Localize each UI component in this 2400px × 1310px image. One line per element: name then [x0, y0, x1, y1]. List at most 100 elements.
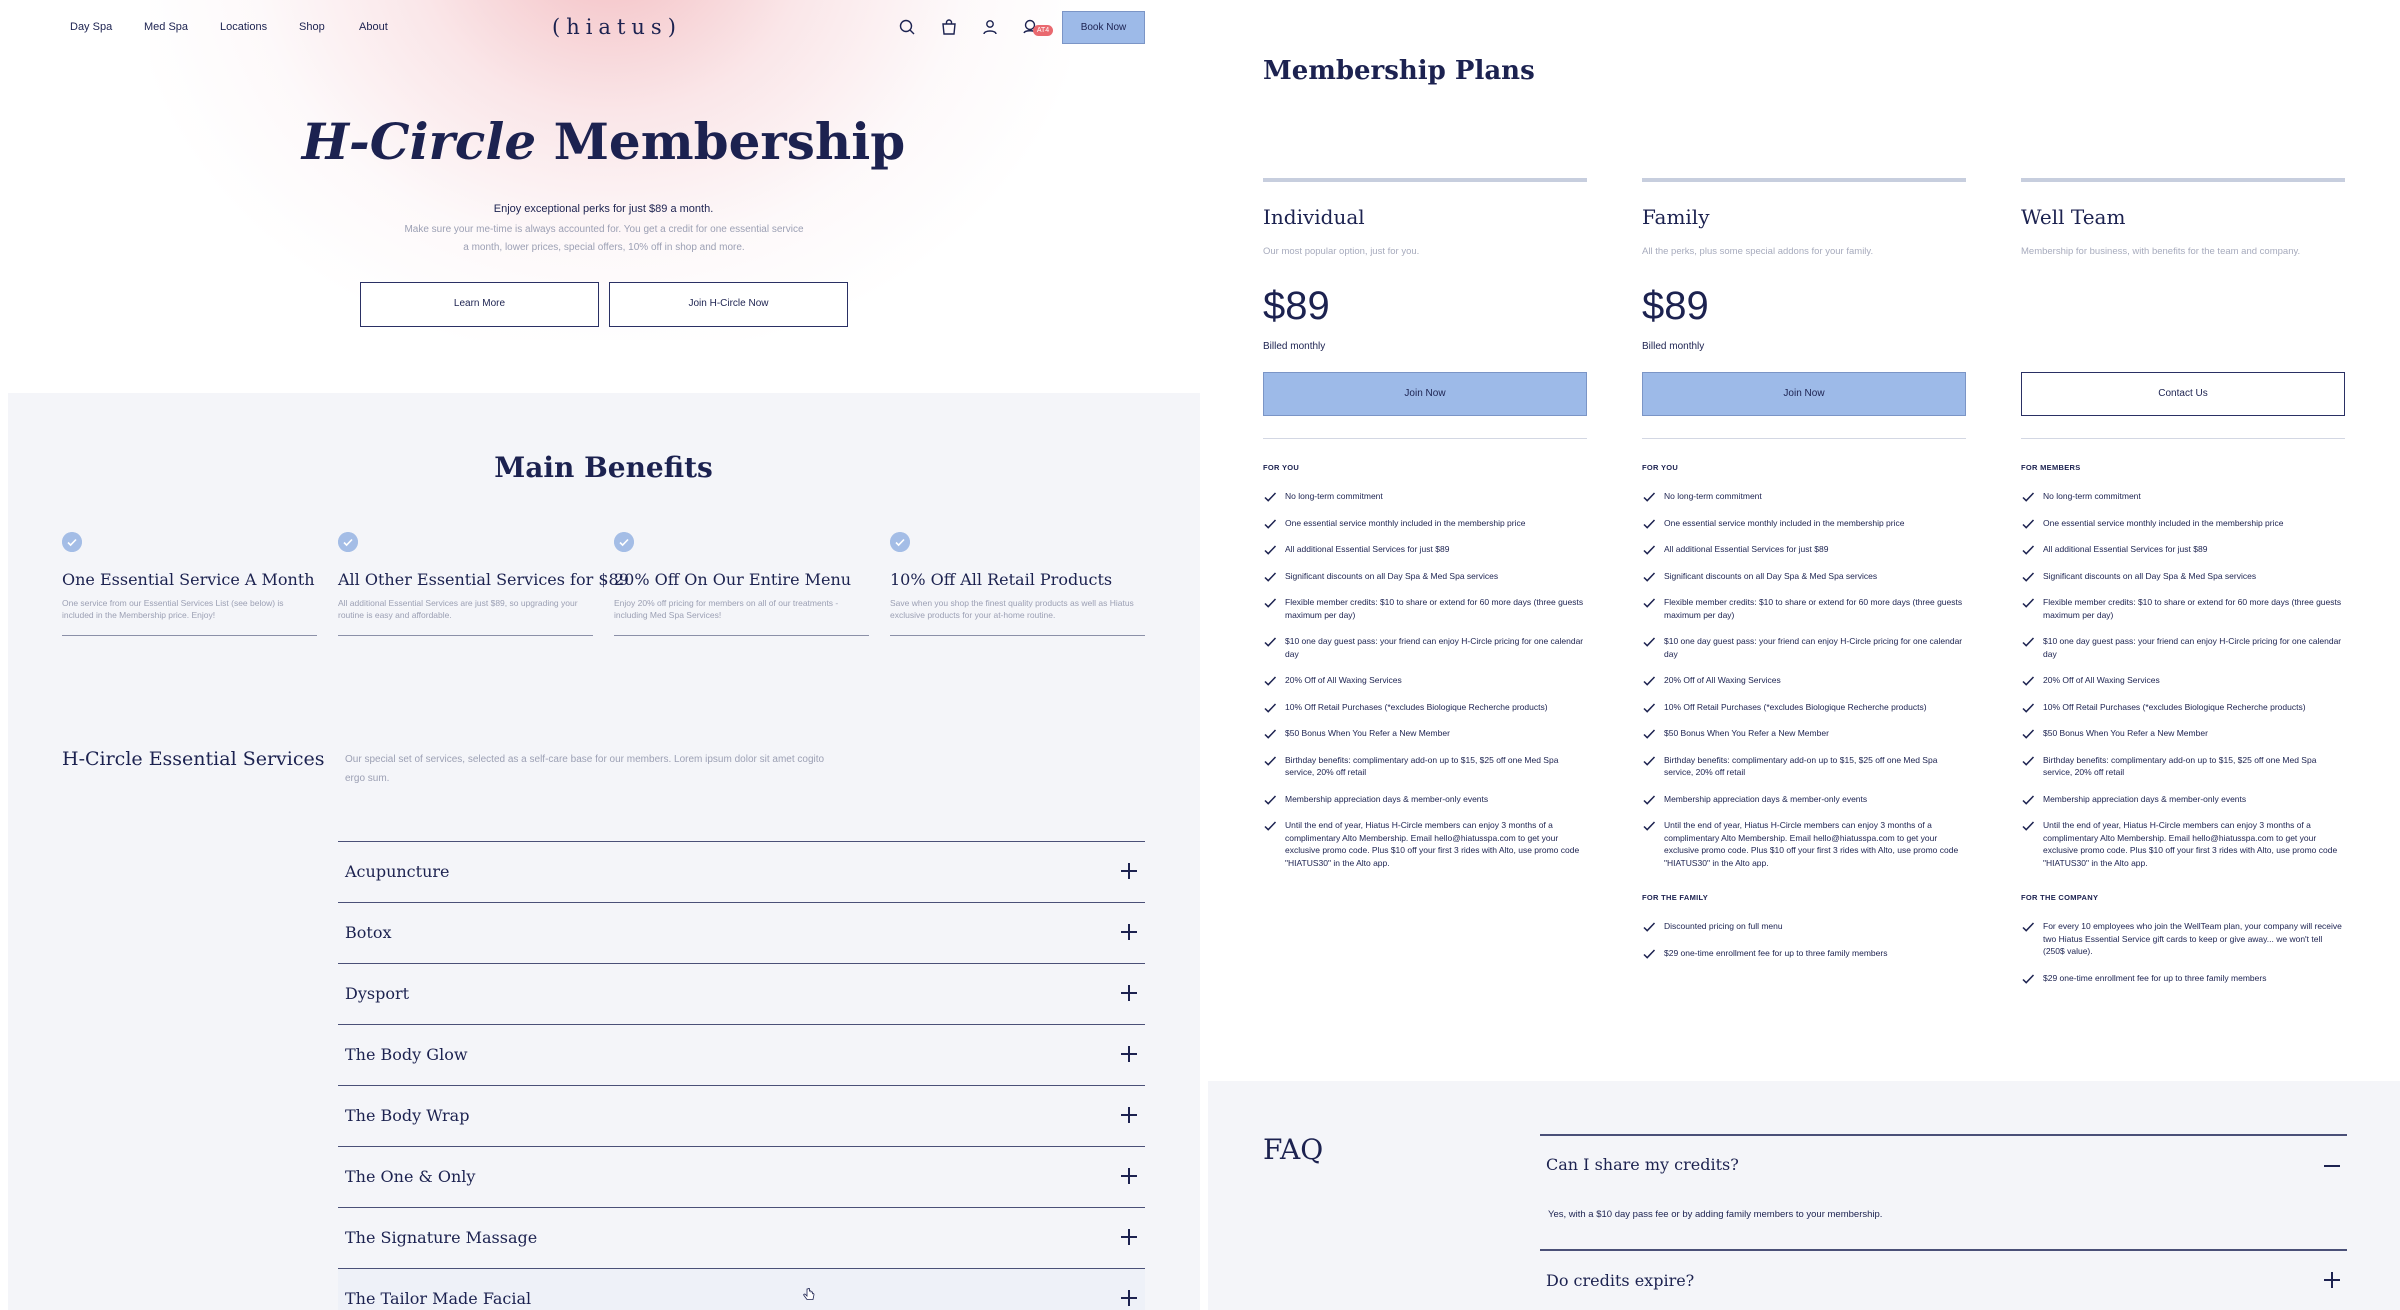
service-accordion-item[interactable]: The Signature Massage [338, 1207, 1145, 1268]
plan-divider [1642, 438, 1966, 439]
account-icon[interactable] [981, 18, 999, 36]
plan-price: $89 [1263, 284, 1330, 328]
learn-more-button[interactable]: Learn More [360, 282, 599, 327]
checkmark-icon [1643, 755, 1656, 766]
benefit-title: All Other Essential Services for $89 [338, 570, 629, 589]
plan-top-rule [2021, 178, 2345, 182]
feature-text: $10 one day guest pass: your friend can … [1664, 636, 1963, 659]
service-accordion-item[interactable]: Botox [338, 902, 1145, 963]
benefit-description: Enjoy 20% off pricing for members on all… [614, 598, 839, 620]
feature-text: Birthday benefits: complimentary add-on … [2043, 754, 2317, 778]
checkmark-icon [2022, 794, 2035, 805]
expand-icon[interactable] [1121, 1168, 1137, 1184]
checkmark-icon [1643, 598, 1656, 608]
faq-question-credits-expire[interactable]: Do credits expire? [1546, 1271, 1694, 1290]
feature-text: 10% Off Retail Purchases (*excludes Biol… [1664, 701, 1927, 712]
nav-med-spa[interactable]: Med Spa [144, 21, 188, 33]
checkmark-icon [1264, 821, 1277, 831]
service-name: Dysport [345, 984, 410, 1003]
faq-section: FAQ Can I share my credits? Yes, with a … [1208, 1081, 2400, 1310]
service-accordion-item[interactable]: The Body Wrap [338, 1085, 1145, 1146]
checkmark-icon [1643, 637, 1656, 647]
checkmark-icon [2022, 973, 2035, 984]
benefit-title: One Essential Service A Month [62, 570, 315, 589]
checkmark-icon [1643, 702, 1656, 713]
expand-icon[interactable] [1121, 985, 1137, 1001]
hiatus-logo[interactable]: (hiatus) [552, 15, 682, 39]
membership-hero-panel: Day Spa Med Spa Locations Shop About (hi… [0, 0, 1207, 1310]
expand-icon[interactable] [1121, 863, 1137, 879]
feature-text: $29 one-time enrollment fee for up to th… [1664, 947, 1888, 958]
plan-billing-period: Billed monthly [1642, 341, 1705, 352]
plan-card-0: Individual Our most popular option, just… [1263, 178, 1587, 1078]
service-accordion-item[interactable]: Acupuncture [338, 841, 1145, 902]
book-now-button[interactable]: Book Now [1062, 11, 1145, 44]
expand-icon[interactable] [1121, 1290, 1137, 1306]
feature-text: Flexible member credits: $10 to share or… [2043, 597, 2342, 620]
nav-about[interactable]: About [359, 21, 388, 33]
shopping-bag-icon[interactable] [940, 18, 958, 36]
feature-text: No long-term commitment [1664, 491, 1762, 501]
checkmark-icon [2022, 676, 2035, 686]
feature-text: Birthday benefits: complimentary add-on … [1285, 754, 1559, 778]
service-accordion-item[interactable]: The Tailor Made Facial [338, 1268, 1145, 1310]
nav-shop[interactable]: Shop [299, 21, 325, 33]
plan-price: $89 [1642, 284, 1709, 328]
benefit-title: 10% Off All Retail Products [890, 570, 1113, 589]
plan-description: Our most popular option, just for you. [1263, 246, 1420, 257]
collapse-icon[interactable] [2324, 1165, 2340, 1167]
plan-cta-button[interactable]: Join Now [1263, 372, 1587, 416]
service-accordion-item[interactable]: The Body Glow [338, 1024, 1145, 1085]
plan-billing-period: Billed monthly [1263, 341, 1326, 352]
feature-group-heading: FOR YOU [1263, 463, 1300, 472]
checkmark-icon [1643, 492, 1656, 502]
service-accordion-item[interactable]: Dysport [338, 963, 1145, 1024]
checkmark-icon [1264, 637, 1277, 647]
feature-text: Until the end of year, Hiatus H-Circle m… [1285, 820, 1580, 868]
checkmark-icon [2022, 755, 2035, 766]
checkmark-icon [1643, 948, 1656, 959]
search-icon[interactable] [898, 18, 916, 36]
nav-day-spa[interactable]: Day Spa [70, 21, 112, 33]
faq-question-share-credits[interactable]: Can I share my credits? [1546, 1155, 1739, 1174]
feature-text: Membership appreciation days & member-on… [1285, 793, 1489, 804]
hero-subtitle: Enjoy exceptional perks for just $89 a m… [493, 203, 714, 215]
service-name: Botox [345, 923, 392, 942]
expand-icon[interactable] [1121, 924, 1137, 940]
faq-divider [1540, 1134, 2347, 1136]
faq-divider [1540, 1249, 2347, 1251]
nav-locations[interactable]: Locations [220, 21, 267, 33]
join-h-circle-button[interactable]: Join H-Circle Now [609, 282, 848, 327]
checkmark-icon [1643, 821, 1656, 831]
expand-icon[interactable] [1121, 1046, 1137, 1062]
benefit-check-icon [62, 532, 82, 552]
plan-cta-button[interactable]: Join Now [1642, 372, 1966, 416]
plan-cta-button[interactable]: Contact Us [2021, 372, 2345, 416]
plan-name: Individual [1263, 205, 1365, 229]
feature-text: Until the end of year, Hiatus H-Circle m… [2043, 820, 2338, 868]
feature-text: One essential service monthly included i… [1664, 517, 1905, 528]
checkmark-icon [1643, 518, 1656, 529]
feature-group-heading: FOR YOU [1642, 463, 1679, 472]
feature-text: $10 one day guest pass: your friend can … [1285, 636, 1584, 659]
checkmark-icon [1643, 729, 1656, 739]
checkmark-icon [2022, 821, 2035, 831]
service-name: The Body Wrap [345, 1106, 470, 1125]
service-accordion-item[interactable]: The One & Only [338, 1146, 1145, 1207]
expand-icon[interactable] [2324, 1272, 2340, 1288]
feature-text: 10% Off Retail Purchases (*excludes Biol… [2043, 701, 2306, 712]
feature-text: For every 10 employees who join the Well… [2043, 921, 2342, 956]
benefit-divider [614, 635, 869, 636]
expand-icon[interactable] [1121, 1107, 1137, 1123]
checkmark-icon [2022, 922, 2035, 932]
benefit-check-icon [890, 532, 910, 552]
checkmark-icon [2022, 702, 2035, 713]
feature-group-heading: FOR THE COMPANY [2021, 893, 2099, 902]
checkmark-icon [1643, 676, 1656, 686]
feature-text: $50 Bonus When You Refer a New Member [1664, 728, 1829, 738]
feature-text: Flexible member credits: $10 to share or… [1664, 597, 1963, 620]
expand-icon[interactable] [1121, 1229, 1137, 1245]
benefit-description: All additional Essential Services are ju… [338, 598, 578, 620]
page-title: H-Circle Membership [0, 112, 1207, 171]
hero-description: Make sure your me-time is always account… [404, 224, 804, 253]
